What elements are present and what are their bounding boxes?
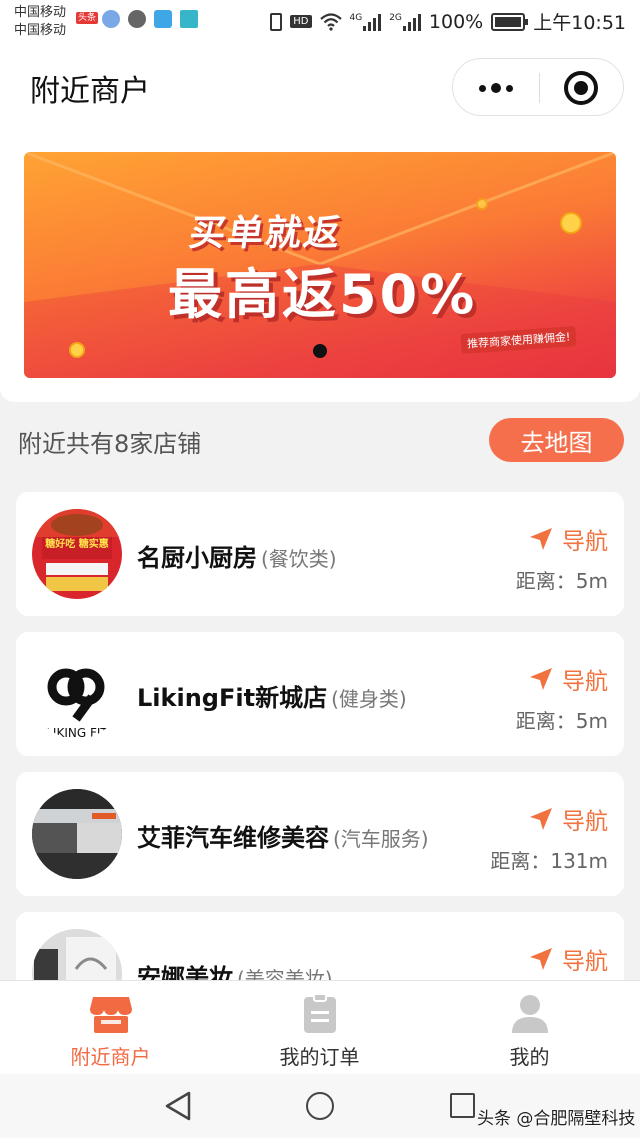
navigation-arrow-icon [530,528,552,550]
navigate-button[interactable]: 导航 [528,662,608,696]
carrier-labels: 中国移动 中国移动 [14,4,66,40]
store-category: (健身类) [331,687,407,711]
system-navigation-bar: 头条 @合肥隔壁科技 [0,1074,640,1138]
target-close-icon[interactable] [564,71,598,105]
coin-icon [69,342,85,358]
banner-subheadline: 最高返50% [168,263,478,326]
net-type-2: 2G [389,12,402,23]
toutiao-badge: 头条 [76,12,99,24]
send-app-icon [180,10,198,28]
navigation-arrow-icon [530,808,552,830]
miniprogram-capsule [452,58,624,116]
tab-label: 我的订单 [279,1045,360,1069]
store-avatar: LIKING FIT [32,649,122,739]
status-bar: 中国移动 中国移动 头条 HD 4G 2G 100% 上午10:51 [0,0,640,44]
navigate-button[interactable]: 导航 [528,942,608,976]
store-name: 名厨小厨房 (餐饮类) [137,538,337,573]
shop-icon [89,997,132,1033]
avatar-text: 糖好吃 糖实惠 [45,537,108,550]
banner-headline: 买单就返 [186,213,345,254]
store-distance: 距离：131m [490,849,608,873]
store-avatar [32,789,122,879]
carrier-1: 中国移动 [14,5,67,20]
nav-bar: 附近商户 [0,44,640,128]
music-app-icon [102,10,120,28]
navigation-arrow-icon [530,948,552,970]
watermark: 头条 @合肥隔壁科技 [477,1109,636,1129]
tab-nearby-merchants[interactable]: 附近商户 [4,981,217,1075]
navigate-label: 导航 [562,669,608,695]
back-icon[interactable] [163,1090,193,1122]
store-name: LikingFit新城店 (健身类) [137,678,407,713]
store-name-text: 名厨小厨房 [137,544,257,572]
home-icon[interactable] [306,1092,334,1120]
clipboard-icon [303,993,336,1033]
navigate-label: 导航 [562,529,608,555]
tab-label: 附近商户 [70,1045,151,1069]
chat-app-icon [128,10,146,28]
store-name: 艾菲汽车维修美容 (汽车服务) [137,818,429,853]
signal-2-icon [402,13,421,31]
tab-me[interactable]: 我的 [423,981,636,1075]
coin-icon [476,198,488,210]
store-name-text: LikingFit新城店 [137,684,328,712]
hd-badge: HD [290,15,312,28]
store-category: (餐饮类) [261,547,337,571]
store-card[interactable]: 艾菲汽车维修美容 (汽车服务) 导航 距离：131m [16,772,624,896]
store-category: (汽车服务) [333,827,429,851]
signal-1-icon [363,13,382,31]
banner-section: 买单就返 最高返50% 推荐商家使用赚佣金! [0,128,640,402]
user-icon [511,995,548,1033]
navigate-label: 导航 [562,809,608,835]
store-avatar: 糖好吃 糖实惠 [32,509,122,599]
store-distance: 距离：5m [515,569,608,593]
telegram-app-icon [154,10,172,28]
capsule-divider [539,73,540,103]
vibrate-icon [270,12,283,31]
store-card[interactable]: 糖好吃 糖实惠 名厨小厨房 (餐饮类) 导航 距离：5m [16,492,624,616]
tab-label: 我的 [509,1045,550,1069]
carousel-indicator[interactable] [313,344,327,358]
navigate-button[interactable]: 导航 [528,522,608,556]
clock: 上午10:51 [533,12,626,34]
promo-banner[interactable]: 买单就返 最高返50% 推荐商家使用赚佣金! [24,152,616,378]
navigation-arrow-icon [530,668,552,690]
navigate-button[interactable]: 导航 [528,802,608,836]
store-count: 附近共有8家店铺 [18,430,202,458]
carrier-2: 中国移动 [14,23,67,38]
battery-icon [491,12,529,31]
go-to-map-button[interactable]: 去地图 [489,418,624,462]
tab-my-orders[interactable]: 我的订单 [213,981,426,1075]
store-card[interactable]: LIKING FIT LikingFit新城店 (健身类) 导航 距离：5m [16,632,624,756]
more-dots-icon[interactable] [453,59,539,117]
store-distance: 距离：5m [515,709,608,733]
tab-bar: 附近商户 我的订单 我的 [0,980,640,1074]
coin-icon [560,212,582,234]
logo-text: LIKING FIT [46,726,108,739]
battery-percent: 100% [428,10,484,33]
net-type-1: 4G [349,12,363,23]
recent-apps-icon[interactable] [450,1093,475,1118]
page-title: 附近商户 [30,74,150,109]
status-right: HD 4G 2G 100% 上午10:51 [270,8,626,35]
wifi-icon [319,12,342,31]
store-name-text: 艾菲汽车维修美容 [137,824,329,852]
navigate-label: 导航 [562,949,608,975]
